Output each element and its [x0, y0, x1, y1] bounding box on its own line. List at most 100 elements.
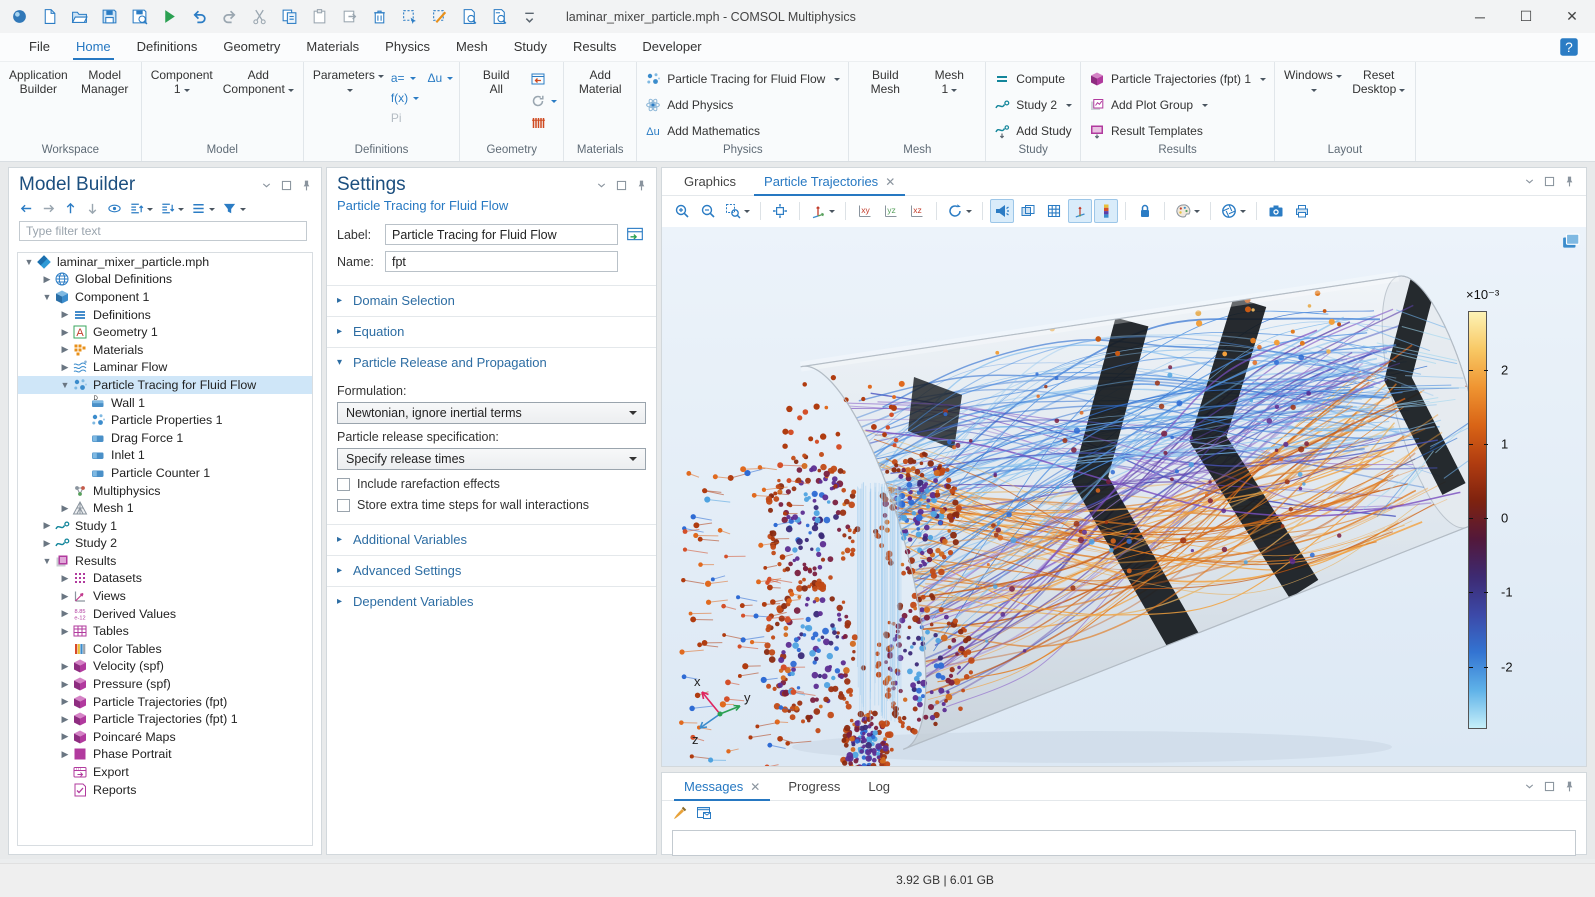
- label-field[interactable]: [385, 224, 618, 245]
- tree-item-wall-1[interactable]: DWall 1: [18, 394, 312, 412]
- find-replace-button[interactable]: [486, 5, 512, 29]
- add-study-button[interactable]: Add Study: [994, 119, 1072, 142]
- vyz-button[interactable]: yz: [879, 199, 903, 223]
- transparency-button[interactable]: [1016, 199, 1040, 223]
- float-sq-icon[interactable]: [280, 179, 293, 192]
- menu-materials[interactable]: Materials: [293, 33, 372, 61]
- run-button[interactable]: [156, 5, 182, 29]
- import-geo-button[interactable]: [530, 71, 546, 87]
- lock-button[interactable]: [1133, 199, 1157, 223]
- rarefaction-checkbox[interactable]: [337, 478, 350, 491]
- tree-item-study-1[interactable]: ▶Study 1: [18, 517, 312, 535]
- menu-definitions[interactable]: Definitions: [124, 33, 211, 61]
- tree-filter-input[interactable]: [19, 221, 307, 241]
- tree-item-results[interactable]: ▼Results: [18, 552, 312, 570]
- a-button[interactable]: a=: [391, 71, 416, 85]
- funnel-button[interactable]: [222, 201, 246, 216]
- maximize-button[interactable]: ☐: [1503, 0, 1549, 33]
- float-sq-icon[interactable]: [615, 179, 628, 192]
- arrow-left-button[interactable]: [19, 201, 34, 216]
- redo-button[interactable]: [216, 5, 242, 29]
- release-spec-select[interactable]: Specify release times: [337, 448, 646, 470]
- tree-item-laminar-flow[interactable]: ▶Laminar Flow: [18, 359, 312, 377]
- f-x-button[interactable]: f(x): [391, 91, 419, 105]
- tree-item-materials[interactable]: ▶Materials: [18, 341, 312, 359]
- tab-progress[interactable]: Progress: [774, 775, 854, 800]
- tree-item-views[interactable]: ▶Views: [18, 587, 312, 605]
- tree-item-phase-portrait[interactable]: ▶Phase Portrait: [18, 746, 312, 764]
- menu-physics[interactable]: Physics: [372, 33, 443, 61]
- particle-trajectories-fpt-1-button[interactable]: Particle Trajectories (fpt) 1: [1089, 67, 1266, 90]
- menu-study[interactable]: Study: [501, 33, 560, 61]
- tree-item-study-2[interactable]: ▶Study 2: [18, 535, 312, 553]
- paste-button[interactable]: [306, 5, 332, 29]
- printer-button[interactable]: [1290, 199, 1314, 223]
- tree-item-definitions[interactable]: ▶Definitions: [18, 306, 312, 324]
- add-plot-group-button[interactable]: Add Plot Group: [1089, 93, 1266, 116]
- result-templates-button[interactable]: Result Templates: [1089, 119, 1266, 142]
- section-additional-variables[interactable]: ▸ Additional Variables: [327, 524, 656, 553]
- tree-item-velocity-spf[interactable]: ▶Velocity (spf): [18, 658, 312, 676]
- mesh-1-button[interactable]: Mesh1: [917, 65, 981, 99]
- cut-button[interactable]: [246, 5, 272, 29]
- add-material-button[interactable]: AddMaterial: [568, 65, 632, 99]
- legend-toggle-button[interactable]: [1094, 199, 1118, 223]
- customize-button[interactable]: [516, 5, 542, 29]
- model-manager-button[interactable]: ModelManager: [73, 65, 137, 99]
- add-mathematics-button[interactable]: ΔuAdd Mathematics: [645, 119, 840, 142]
- menu-mesh[interactable]: Mesh: [443, 33, 501, 61]
- windows-button[interactable]: Windows: [1279, 65, 1347, 99]
- arrow-right-button[interactable]: [41, 201, 56, 216]
- pin-icon[interactable]: [635, 179, 648, 192]
- delete-button[interactable]: [366, 5, 392, 29]
- paste-ref-button[interactable]: [336, 5, 362, 29]
- tree-item-reports[interactable]: Reports: [18, 781, 312, 799]
- section-equation[interactable]: ▸ Equation: [327, 316, 656, 345]
- tree-item-laminar-mixer-particle-mph[interactable]: ▼laminar_mixer_particle.mph: [18, 253, 312, 271]
- find-button[interactable]: [456, 5, 482, 29]
- tree-item-particle-properties-1[interactable]: Particle Properties 1: [18, 411, 312, 429]
- tree-item-particle-trajectories-fpt-1[interactable]: ▶Particle Trajectories (fpt) 1: [18, 710, 312, 728]
- tab-particle-trajectories[interactable]: Particle Trajectories✕: [750, 170, 909, 195]
- application-builder-button[interactable]: AApplicationBuilder: [4, 65, 73, 99]
- tree-item-component-1[interactable]: ▼Component 1: [18, 288, 312, 306]
- add-component-button[interactable]: AddComponent: [218, 65, 299, 99]
- scene-light-button[interactable]: [990, 199, 1014, 223]
- tree-item-pressure-spf[interactable]: ▶Pressure (spf): [18, 675, 312, 693]
- tree-item-multiphysics[interactable]: Multiphysics: [18, 482, 312, 500]
- study-2-button[interactable]: Study 2: [994, 93, 1072, 116]
- indent-down-button[interactable]: [160, 201, 184, 216]
- refresh-gray-button[interactable]: [530, 93, 557, 109]
- parameters-button[interactable]: PiParameters: [308, 65, 389, 99]
- listmenu-button[interactable]: [191, 201, 215, 216]
- float-sq-icon[interactable]: [1543, 780, 1556, 793]
- tree-item-drag-force-1[interactable]: Drag Force 1: [18, 429, 312, 447]
- compute-button[interactable]: Compute: [994, 67, 1072, 90]
- fence-button[interactable]: [530, 115, 546, 131]
- particle-tracing-for-fluid-flow-button[interactable]: Particle Tracing for Fluid Flow: [645, 67, 840, 90]
- zoom-in-button[interactable]: [670, 199, 694, 223]
- save-as-button[interactable]: [126, 5, 152, 29]
- zoom-box-button[interactable]: [722, 199, 753, 223]
- collapse-chev-icon[interactable]: [1523, 780, 1536, 793]
- tree-item-poincar-maps[interactable]: ▶Poincaré Maps: [18, 728, 312, 746]
- arrow-down-button[interactable]: [85, 201, 100, 216]
- tree-item-color-tables[interactable]: Color Tables: [18, 640, 312, 658]
- open-button[interactable]: [66, 5, 92, 29]
- copy-button[interactable]: [276, 5, 302, 29]
- tree-item-inlet-1[interactable]: Inlet 1: [18, 447, 312, 465]
- menu-file[interactable]: File: [16, 33, 63, 61]
- pin-icon[interactable]: [1563, 175, 1576, 188]
- select-box-button[interactable]: [396, 5, 422, 29]
- formulation-select[interactable]: Newtonian, ignore inertial terms: [337, 402, 646, 424]
- add-physics-button[interactable]: Add Physics: [645, 93, 840, 116]
- undo-button[interactable]: [186, 5, 212, 29]
- reset-desktop-button[interactable]: ResetDesktop: [1347, 65, 1411, 99]
- shutter-button[interactable]: [1218, 199, 1249, 223]
- tree-item-export[interactable]: Export: [18, 763, 312, 781]
- create-indicator-button[interactable]: [626, 225, 646, 245]
- tree-item-geometry-1[interactable]: ▶AGeometry 1: [18, 323, 312, 341]
- mail-window-button[interactable]: [696, 805, 712, 824]
- pi-button[interactable]: Pi: [391, 111, 402, 125]
- section-particle-release[interactable]: ▾ Particle Release and Propagation: [327, 347, 656, 376]
